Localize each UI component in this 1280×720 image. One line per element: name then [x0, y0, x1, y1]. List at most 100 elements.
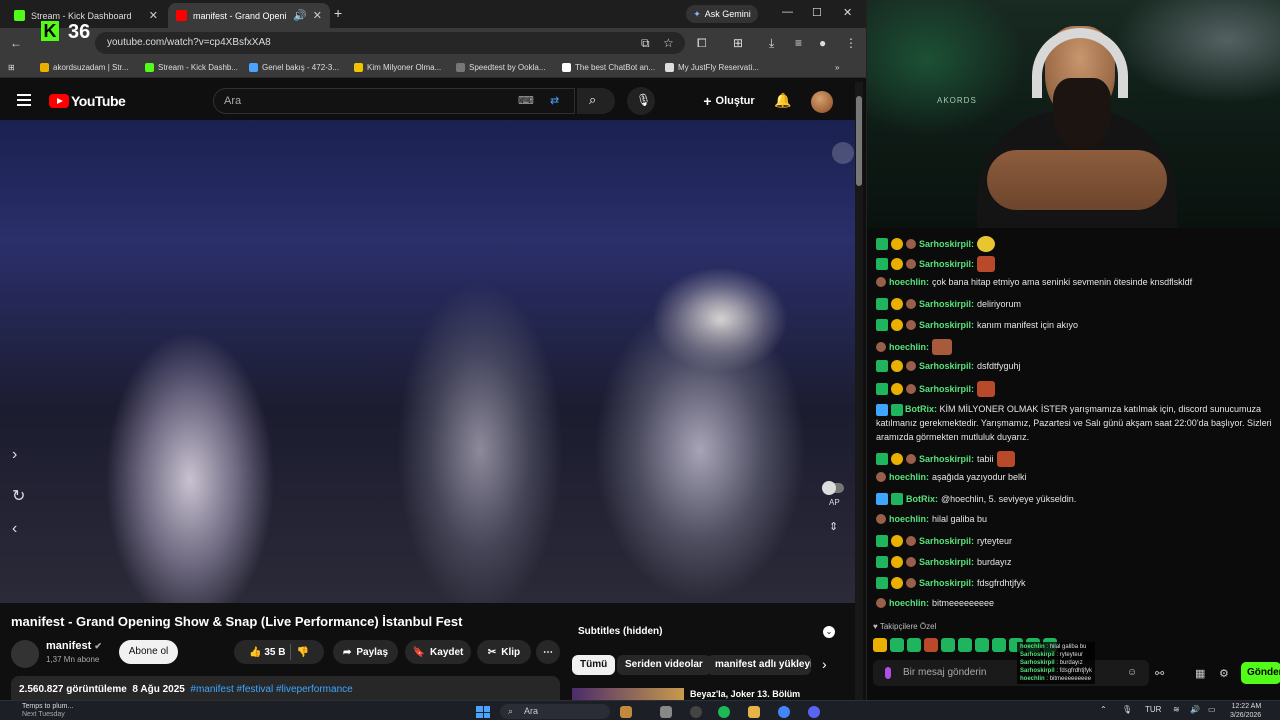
chat-username[interactable]: hoechlin: — [889, 342, 929, 352]
voice-search-button[interactable]: 🎙 — [627, 87, 655, 115]
chip-uploader[interactable]: manifest adlı yükleyic — [707, 655, 811, 675]
chat-username[interactable]: hoechlin: — [889, 598, 929, 608]
emote-button[interactable] — [907, 638, 921, 652]
chat-username[interactable]: Sarhoskirpil: — [919, 384, 974, 394]
create-button[interactable]: + Oluştur — [697, 88, 761, 114]
like-button[interactable]: 👍 35 B — [249, 647, 285, 658]
more-menu-icon[interactable]: ⋮ — [845, 36, 857, 50]
maximize-icon[interactable]: ☐ — [812, 6, 822, 19]
keyboard-icon[interactable]: ⌨ — [518, 89, 534, 113]
translate-icon[interactable]: ⇄ — [550, 89, 559, 113]
bookmark-item[interactable]: My JustFly Reservati... — [665, 63, 759, 72]
expand-icon[interactable]: ⇕ — [829, 520, 838, 533]
search-input[interactable]: Ara ⌨ ⇄ — [213, 88, 575, 114]
microphone-icon[interactable]: 🎙 — [1122, 705, 1132, 714]
chat-username[interactable]: Sarhoskirpil: — [919, 299, 974, 309]
chat-message-input[interactable]: Bir mesaj gönderin ☺ — [873, 660, 1149, 686]
taskbar-app-icon[interactable] — [690, 706, 702, 718]
bookmark-item[interactable]: Stream - Kick Dashb... — [145, 63, 238, 72]
chat-username[interactable]: BotRix: — [906, 494, 938, 504]
bookmark-item[interactable]: Kim Milyoner Olma... — [354, 63, 441, 72]
send-button[interactable]: Gönder — [1241, 662, 1280, 684]
avatar[interactable] — [811, 91, 833, 113]
ask-gemini-button[interactable]: ✦ Ask Gemini — [686, 5, 758, 23]
scrollbar-thumb[interactable] — [856, 96, 862, 186]
chat-message[interactable]: Sarhoskirpil: burdayız — [876, 556, 1012, 568]
channel-avatar[interactable] — [11, 640, 39, 668]
close-window-icon[interactable]: ✕ — [843, 6, 852, 19]
close-tab-icon[interactable]: ✕ — [149, 9, 158, 22]
emote-button[interactable] — [941, 638, 955, 652]
chip-all[interactable]: Tümü — [572, 655, 616, 675]
bookmark-item[interactable]: The best ChatBot an... — [562, 63, 655, 72]
windows-start-icon[interactable] — [476, 706, 490, 718]
settings-gear-icon[interactable]: ⚙ — [1219, 667, 1229, 680]
media-icon[interactable]: ≡ — [795, 36, 802, 50]
chat-message[interactable]: Sarhoskirpil: tabii — [876, 451, 1015, 467]
chip-series[interactable]: Seriden videolar — [617, 655, 711, 675]
emote-button[interactable] — [890, 638, 904, 652]
chat-message[interactable]: hoechlin: hilal galiba bu — [876, 514, 987, 524]
recommended-thumbnail[interactable] — [572, 688, 684, 700]
chat-message[interactable]: Sarhoskirpil: — [876, 236, 996, 252]
chat-username[interactable]: Sarhoskirpil: — [919, 536, 974, 546]
chat-username[interactable]: hoechlin: — [889, 277, 929, 287]
chat-username[interactable]: Sarhoskirpil: — [919, 557, 974, 567]
close-tab-icon[interactable]: ✕ — [313, 9, 322, 22]
store-icon[interactable]: ▦ — [1195, 667, 1205, 680]
chat-message[interactable]: Sarhoskirpil: fdsgfrdhtjfyk — [876, 577, 1026, 589]
system-clock[interactable]: 12:22 AM 3/26/2026 — [1230, 702, 1261, 720]
refresh-icon[interactable]: ↻ — [12, 486, 25, 506]
page-scrollbar[interactable] — [855, 82, 863, 700]
tab-youtube[interactable]: manifest - Grand Opening 🔊 ✕ — [168, 3, 330, 28]
youtube-logo-text[interactable]: YouTube — [71, 93, 126, 109]
more-bookmarks-icon[interactable]: » — [835, 63, 839, 72]
notifications-bell-icon[interactable]: 🔔 — [774, 92, 791, 109]
channel-name[interactable]: manifest ✔ — [46, 640, 102, 652]
taskbar-search[interactable]: ⌕ Ara — [500, 704, 610, 719]
chat-username[interactable]: hoechlin: — [889, 472, 929, 482]
share-button[interactable]: ➦ Paylaş — [333, 640, 398, 664]
chat-message[interactable]: Sarhoskirpil: — [876, 381, 996, 397]
chat-message[interactable]: Sarhoskirpil: ryteyteur — [876, 535, 1012, 547]
chat-message[interactable]: Sarhoskirpil: deliriyorum — [876, 298, 1021, 310]
chat-message[interactable]: Sarhoskirpil: dsfdtfyguhj — [876, 360, 1021, 372]
search-button[interactable]: ⌕ — [577, 88, 615, 114]
mic-icon[interactable] — [885, 667, 891, 679]
discord-icon[interactable] — [808, 706, 820, 718]
tab-search-icon[interactable]: ⊞ — [733, 36, 743, 50]
chat-username[interactable]: hoechlin: — [889, 514, 929, 524]
chrome-icon[interactable] — [778, 706, 790, 718]
profile-icon[interactable]: ● — [819, 36, 826, 50]
link-icon[interactable]: ⚯ — [1155, 667, 1164, 680]
taskbar-app-icon[interactable] — [620, 706, 632, 718]
volume-icon[interactable]: 🔊 — [1190, 705, 1200, 714]
menu-icon[interactable] — [17, 94, 31, 106]
language-indicator[interactable]: TUR — [1145, 705, 1161, 714]
chat-message[interactable]: hoechlin: — [876, 339, 952, 355]
chevron-right-icon[interactable]: › — [12, 446, 17, 464]
chat-message[interactable]: hoechlin: aşağıda yazıyodur belki — [876, 472, 1027, 482]
chat-username[interactable]: Sarhoskirpil: — [919, 259, 974, 269]
speaker-icon[interactable]: 🔊 — [293, 9, 307, 22]
chevron-down-icon[interactable]: ⌄ — [823, 626, 835, 638]
dislike-icon[interactable]: 👎 — [296, 647, 308, 658]
emote-button[interactable] — [924, 638, 938, 652]
more-actions-button[interactable]: ⋯ — [536, 640, 560, 664]
chat-message[interactable]: BotRix: @hoechlin, 5. seviyeye yükseldin… — [876, 493, 1076, 505]
emote-button[interactable] — [992, 638, 1006, 652]
description-box[interactable]: 2.560.827 görüntüleme 8 Ağu 2025 #manife… — [11, 676, 560, 700]
youtube-logo-icon[interactable] — [49, 94, 69, 108]
wifi-icon[interactable]: ≋ — [1173, 705, 1180, 714]
taskbar-app-icon[interactable] — [660, 706, 672, 718]
minimize-icon[interactable]: — — [782, 6, 793, 18]
cast-icon[interactable]: ⧉ — [641, 36, 650, 51]
chat-message[interactable]: hoechlin: çok bana hitap etmiyo ama seni… — [876, 277, 1192, 287]
chat-username[interactable]: Sarhoskirpil: — [919, 239, 974, 249]
chat-message[interactable]: Sarhoskirpil: — [876, 256, 996, 272]
bookmark-item[interactable]: Speedtest by Ookla... — [456, 63, 546, 72]
chat-username[interactable]: Sarhoskirpil: — [919, 454, 974, 464]
chat-message[interactable]: Sarhoskirpil: kanım manifest için akıyo — [876, 319, 1078, 331]
extensions-icon[interactable]: ⧠ — [697, 36, 707, 51]
hashtags[interactable]: #manifest #festival #liveperformance — [190, 684, 352, 695]
